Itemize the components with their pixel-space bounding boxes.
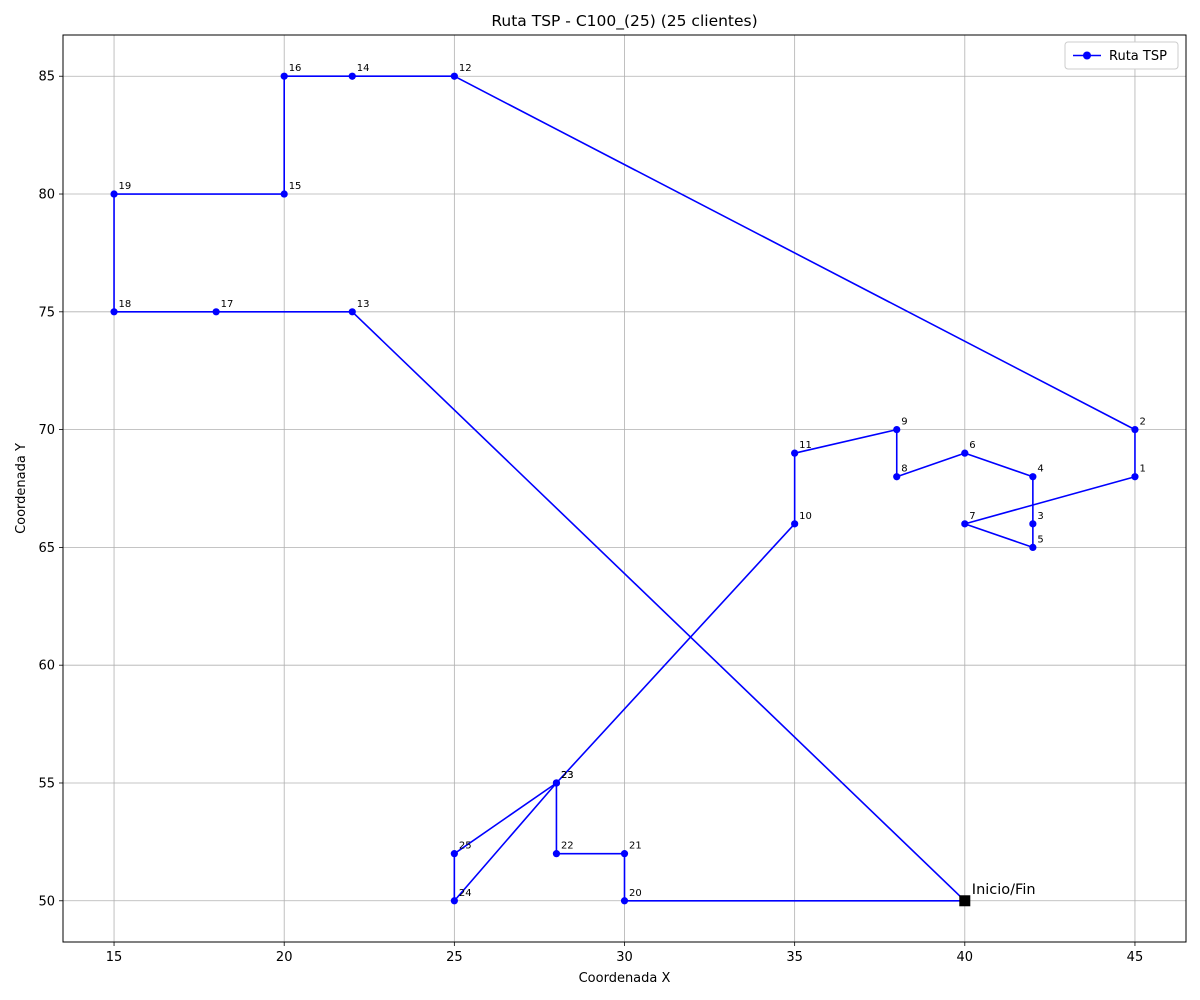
x-axis-label: Coordenada X: [579, 971, 671, 986]
y-tick-label: 80: [38, 188, 55, 203]
route-point: [110, 190, 118, 198]
route-point: [961, 520, 969, 528]
route-point: [110, 308, 118, 316]
client-label: 2: [1139, 417, 1145, 428]
client-label: 23: [561, 770, 574, 781]
client-label: 12: [459, 63, 472, 74]
client-label: 20: [629, 888, 642, 899]
client-label: 18: [119, 299, 132, 310]
legend-point-marker: [1083, 51, 1091, 60]
route-point: [620, 850, 629, 858]
route-point: [1029, 520, 1037, 528]
client-label: 7: [969, 511, 975, 522]
route-point: [1131, 473, 1139, 481]
x-tick-label: 20: [276, 950, 293, 965]
route-point: [348, 72, 356, 80]
client-label: 24: [459, 888, 472, 899]
client-label: 19: [119, 181, 132, 192]
client-label: 5: [1037, 534, 1043, 545]
client-label: 6: [969, 440, 975, 451]
tsp-route-chart: 13171819 1516 14 1221753468911102324252322 2…: [0, 0, 1200, 1000]
client-label: 13: [357, 299, 370, 310]
y-tick-label: 70: [38, 423, 55, 438]
x-tick-label: 40: [957, 950, 974, 965]
x-tick-label: 15: [106, 950, 123, 965]
depot-marker: [959, 895, 971, 907]
y-tick-label: 50: [38, 894, 55, 909]
x-tick-label: 30: [616, 950, 633, 965]
route-point: [893, 426, 901, 434]
route-point: [1029, 473, 1037, 481]
client-label: 21: [629, 841, 642, 852]
depot-label: Inicio/Fin: [972, 882, 1036, 898]
route-point: [791, 520, 799, 528]
route-point: [1029, 543, 1037, 551]
route-point: [348, 308, 356, 316]
y-tick-label: 75: [38, 305, 55, 320]
y-axis-label: Coordenada Y: [14, 443, 29, 534]
client-label: 16: [289, 63, 302, 74]
chart-title: Ruta TSP - C100_(25) (25 clientes): [491, 12, 757, 31]
client-label: 11: [799, 440, 812, 451]
client-label: 25: [459, 841, 472, 852]
route-point: [893, 473, 901, 481]
route-point: [280, 190, 288, 198]
y-tick-label: 55: [38, 776, 55, 791]
route-point: [450, 72, 458, 80]
route-point: [961, 449, 969, 457]
route-point: [791, 449, 799, 457]
y-tick-label: 85: [38, 70, 55, 85]
client-label: 4: [1037, 464, 1043, 475]
client-label: 14: [357, 63, 370, 74]
route-point: [1131, 426, 1139, 434]
route-point: [280, 72, 288, 80]
x-tick-label: 25: [446, 950, 463, 965]
x-tick-label: 35: [786, 950, 803, 965]
client-label: 1: [1139, 464, 1145, 475]
route-point: [552, 779, 561, 787]
legend: Ruta TSP: [1064, 41, 1179, 70]
client-label: 3: [1037, 511, 1043, 522]
client-label: 10: [799, 511, 812, 522]
route-point: [450, 850, 458, 858]
client-label: 15: [289, 181, 302, 192]
client-label: 9: [901, 417, 907, 428]
client-label: 17: [221, 299, 234, 310]
client-label: 8: [901, 464, 907, 475]
route-point: [212, 308, 220, 316]
route-point: [552, 850, 561, 858]
y-tick-label: 60: [38, 659, 55, 674]
figure-background: [0, 0, 1200, 1000]
client-label: 22: [561, 841, 574, 852]
legend-entry-label: Ruta TSP: [1109, 49, 1167, 64]
route-point: [450, 897, 458, 905]
x-tick-label: 45: [1127, 950, 1144, 965]
route-point: [620, 897, 629, 905]
y-tick-label: 65: [38, 541, 55, 556]
